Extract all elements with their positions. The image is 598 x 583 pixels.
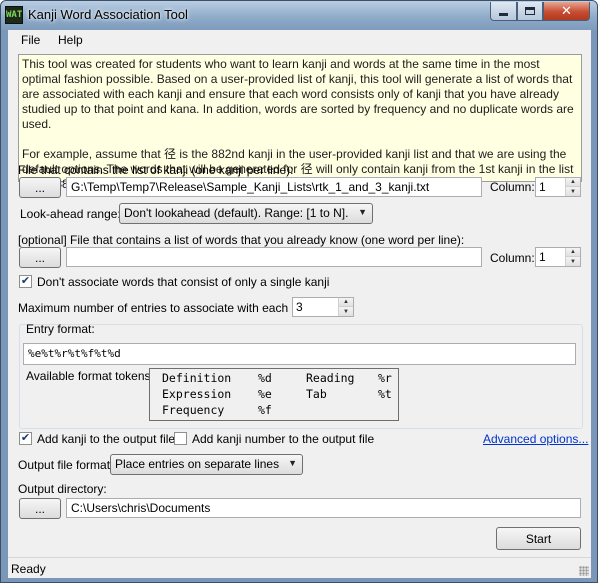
kanji-file-browse-button[interactable]: ...	[19, 177, 61, 198]
lookahead-select[interactable]: Don't lookahead (default). Range: [1 to …	[119, 203, 373, 224]
max-entries-label: Maximum number of entries to associate w…	[18, 301, 320, 315]
token-code: %t	[378, 387, 392, 401]
token-name: Frequency	[162, 403, 225, 417]
known-words-column-stepper[interactable]: 1 ▲ ▼	[535, 247, 581, 267]
token-name: Expression	[162, 387, 232, 401]
add-kanji-number-label[interactable]: Add kanji number to the output file	[192, 432, 374, 446]
output-format-selected: Place entries on separate lines	[115, 457, 280, 471]
spin-up-icon[interactable]: ▲	[566, 248, 580, 257]
kanji-file-path-input[interactable]: G:\Temp\Temp7\Release\Sample_Kanji_Lists…	[66, 177, 482, 197]
stepper-arrows: ▲ ▼	[565, 178, 580, 196]
kanji-column-stepper[interactable]: 1 ▲ ▼	[535, 177, 581, 197]
status-bar: Ready	[8, 557, 591, 578]
single-kanji-label[interactable]: Don't associate words that consist of on…	[37, 275, 329, 289]
description-paragraph-1: This tool was created for students who w…	[22, 57, 574, 131]
menu-help[interactable]: Help	[58, 33, 83, 47]
output-dir-label: Output directory:	[18, 482, 107, 496]
max-entries-value: 3	[296, 300, 303, 314]
spin-down-icon[interactable]: ▼	[566, 257, 580, 266]
token-name: Tab	[306, 387, 327, 401]
output-dir-browse-button[interactable]: ...	[19, 498, 61, 519]
chevron-down-icon: ▼	[288, 458, 297, 468]
resize-grip-icon[interactable]	[579, 566, 589, 576]
lookahead-label: Look-ahead range:	[20, 207, 121, 221]
entry-format-label: Entry format:	[26, 322, 95, 336]
spin-down-icon[interactable]: ▼	[339, 307, 353, 316]
spin-down-icon[interactable]: ▼	[566, 187, 580, 196]
output-dir-input[interactable]: C:\Users\chris\Documents	[66, 498, 581, 518]
close-button[interactable]: ✕	[543, 2, 590, 21]
stepper-arrows: ▲ ▼	[565, 248, 580, 266]
token-code: %f	[258, 403, 272, 417]
known-words-column-label: Column:	[490, 251, 535, 265]
maximize-button[interactable]	[517, 2, 543, 21]
lookahead-selected: Don't lookahead (default). Range: [1 to …	[124, 206, 349, 220]
add-kanji-checkbox[interactable]: ✔	[19, 432, 32, 445]
stepper-arrows: ▲ ▼	[338, 298, 353, 316]
token-code: %r	[378, 371, 392, 385]
menu-file[interactable]: File	[21, 33, 40, 47]
kanji-file-label: File that contains the list of kanji (on…	[18, 163, 294, 177]
known-words-browse-button[interactable]: ...	[19, 247, 61, 268]
title-bar[interactable]: WAT Kanji Word Association Tool ✕	[1, 1, 597, 30]
spin-up-icon[interactable]: ▲	[339, 298, 353, 307]
output-format-label: Output file format:	[18, 458, 114, 472]
single-kanji-checkbox[interactable]: ✔	[19, 275, 32, 288]
add-kanji-number-checkbox[interactable]	[174, 432, 187, 445]
kanji-column-value: 1	[539, 180, 546, 194]
output-format-select[interactable]: Place entries on separate lines ▼	[110, 454, 303, 475]
format-tokens-box: Definition %d Reading %r Expression %e T…	[149, 368, 399, 421]
window-title: Kanji Word Association Tool	[28, 7, 188, 22]
spin-up-icon[interactable]: ▲	[566, 178, 580, 187]
token-name: Reading	[306, 371, 355, 385]
app-icon: WAT	[5, 6, 23, 24]
format-tokens-label: Available format tokens:	[26, 369, 154, 383]
app-window: WAT Kanji Word Association Tool ✕ File H…	[0, 0, 598, 583]
token-code: %d	[258, 371, 272, 385]
known-words-column-value: 1	[539, 250, 546, 264]
minimize-button[interactable]	[490, 2, 517, 21]
client-area: File Help This tool was created for stud…	[8, 30, 591, 578]
add-kanji-label[interactable]: Add kanji to the output file	[37, 432, 175, 446]
token-code: %e	[258, 387, 272, 401]
minimize-icon	[499, 12, 508, 16]
menu-bar: File Help	[8, 30, 591, 51]
chevron-down-icon: ▼	[358, 207, 367, 217]
kanji-column-label: Column:	[490, 180, 535, 194]
maximize-icon	[525, 7, 535, 15]
known-words-path-input[interactable]	[66, 247, 482, 267]
known-words-label: [optional] File that contains a list of …	[18, 233, 465, 247]
close-icon: ✕	[561, 3, 572, 19]
entry-format-input[interactable]: %e%t%r%t%f%t%d	[23, 343, 576, 365]
start-button[interactable]: Start	[496, 527, 581, 550]
advanced-options-link[interactable]: Advanced options...	[483, 432, 588, 446]
token-name: Definition	[162, 371, 232, 385]
max-entries-stepper[interactable]: 3 ▲ ▼	[292, 297, 354, 317]
status-text: Ready	[11, 562, 46, 576]
